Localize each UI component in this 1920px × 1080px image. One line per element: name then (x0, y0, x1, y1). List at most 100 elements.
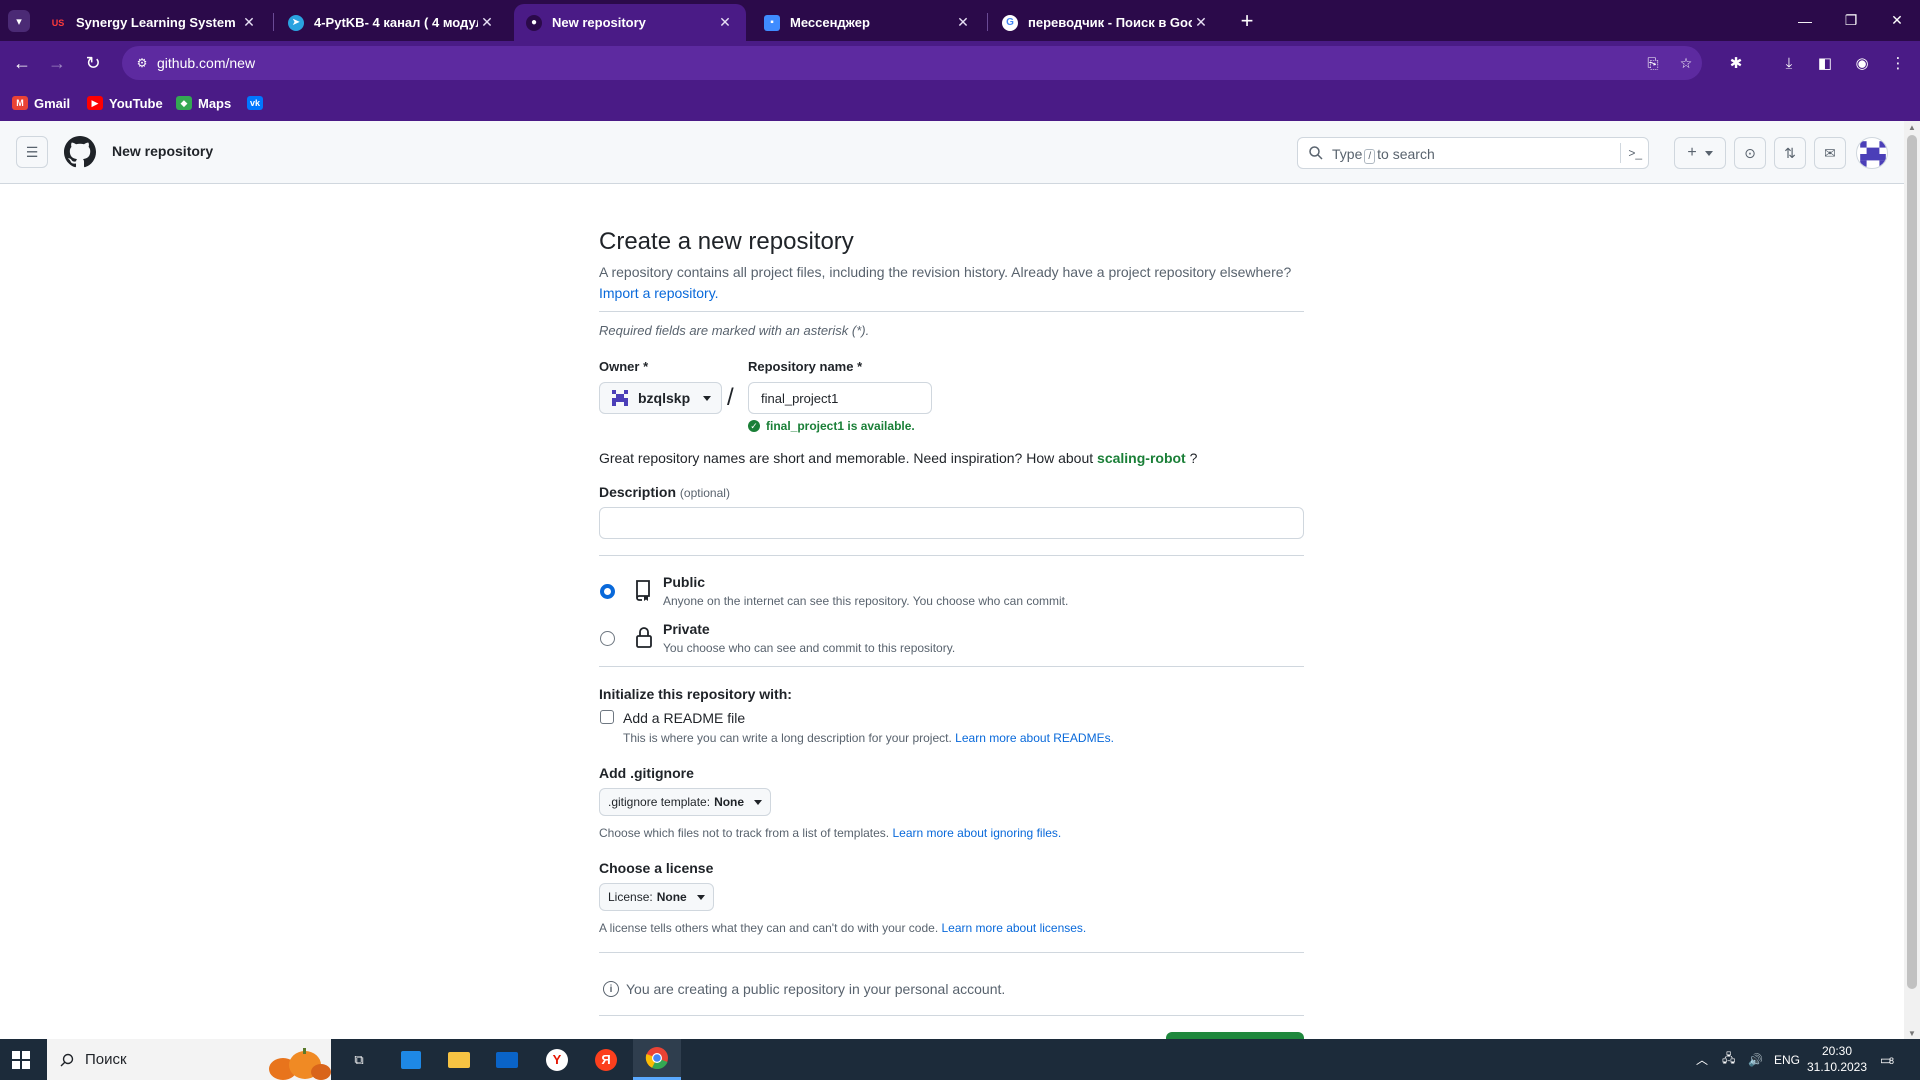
network-icon[interactable]: 🖧 (1722, 1039, 1735, 1080)
telegram-favicon: ➤ (288, 14, 304, 31)
side-panel-icon[interactable]: ◧ (1812, 50, 1838, 76)
public-title: Public (663, 574, 706, 590)
private-radio[interactable] (600, 631, 615, 646)
close-icon[interactable]: ✕ (240, 14, 258, 32)
restore-icon[interactable]: ❐ (1828, 0, 1874, 41)
repo-book-icon (636, 580, 650, 601)
forward-icon[interactable]: → (43, 50, 71, 76)
microsoft-store-icon[interactable] (387, 1039, 435, 1080)
scroll-up-icon[interactable]: ▲ (1908, 123, 1916, 132)
command-palette-icon[interactable]: >_ (1620, 143, 1642, 163)
avatar[interactable] (1856, 137, 1888, 169)
scroll-down-icon[interactable]: ▼ (1908, 1029, 1916, 1038)
public-radio[interactable] (600, 584, 615, 599)
clock-date: 31.10.2023 (1806, 1060, 1868, 1074)
description-input[interactable] (599, 507, 1304, 539)
owner-avatar-icon (612, 390, 628, 406)
address-bar[interactable]: ⚙ github.com/new ⎘ ☆ (122, 46, 1702, 80)
repository-name-input[interactable]: final_project1 (748, 382, 932, 414)
scrollbar-thumb[interactable] (1907, 135, 1917, 989)
readme-learn-more-link[interactable]: Learn more about READMEs. (955, 731, 1114, 745)
bookmark-maps[interactable]: ◆ Maps (176, 93, 231, 113)
install-app-icon[interactable]: ⎘ (1643, 54, 1663, 72)
tab-new-repository[interactable]: ● New repository ✕ (514, 4, 746, 41)
menu-kebab-icon[interactable]: ⋮ (1885, 50, 1911, 76)
synergy-favicon: US (51, 17, 65, 28)
task-view-icon[interactable]: ⧉ (335, 1039, 383, 1080)
private-title: Private (663, 621, 710, 637)
public-description: Anyone on the internet can see this repo… (663, 594, 1069, 608)
extensions-icon[interactable]: ✱ (1723, 50, 1749, 76)
readme-checkbox[interactable] (600, 710, 614, 724)
close-icon[interactable]: ✕ (1192, 14, 1210, 32)
profile-icon[interactable]: ◉ (1849, 50, 1875, 76)
maps-icon: ◆ (176, 96, 192, 110)
pull-requests-icon[interactable]: ⇅ (1774, 137, 1806, 169)
tab-synergy[interactable]: US Synergy Learning System ✕ (38, 4, 270, 41)
yandex-browser-icon[interactable]: Y (533, 1039, 581, 1080)
downloads-icon[interactable]: ⤓ (1776, 50, 1802, 76)
site-info-icon[interactable]: ⚙ (134, 55, 150, 71)
close-icon[interactable]: ✕ (954, 14, 972, 32)
yandex-icon[interactable]: Я (582, 1039, 630, 1080)
notifications-icon[interactable]: ▭ 8 (1880, 1039, 1895, 1080)
search-input[interactable]: Type / to search >_ (1297, 137, 1649, 169)
new-tab-icon[interactable]: + (1234, 8, 1260, 34)
readme-label[interactable]: Add a README file (623, 710, 745, 726)
license-learn-more-link[interactable]: Learn more about licenses. (942, 921, 1087, 935)
windows-taskbar: Поиск ⧉ Y Я ︿ 🖧 🔊 ENG 20:30 31.10.2023 ▭… (0, 1039, 1920, 1080)
lock-icon (636, 627, 652, 648)
tab-label: New repository (552, 15, 646, 30)
private-description: You choose who can see and commit to thi… (663, 641, 956, 655)
mail-icon[interactable] (483, 1039, 531, 1080)
notification-count: 8 (1889, 1055, 1895, 1066)
optional-hint: (optional) (679, 486, 730, 500)
reload-icon[interactable]: ↻ (79, 50, 107, 76)
owner-dropdown[interactable]: bzqlskp (599, 382, 722, 414)
language-indicator[interactable]: ENG (1774, 1039, 1800, 1080)
bookmark-vk[interactable]: vk (247, 93, 269, 113)
owner-repo-separator: / (727, 384, 734, 411)
tab-telegram[interactable]: ➤ 4-PytKB- 4 канал ( 4 модуль) ✕ (276, 4, 508, 41)
back-icon[interactable]: ← (8, 50, 36, 76)
issues-icon[interactable]: ⊙ (1734, 137, 1766, 169)
bookmark-label: YouTube (109, 95, 163, 111)
chevron-down-icon (1704, 150, 1713, 156)
file-explorer-icon[interactable] (435, 1039, 483, 1080)
taskbar-search[interactable]: Поиск (47, 1039, 331, 1080)
hamburger-menu-icon[interactable]: ☰ (16, 136, 48, 168)
tab-google[interactable]: G переводчик - Поиск в Google ✕ (990, 4, 1222, 41)
gitignore-learn-more-link[interactable]: Learn more about ignoring files. (892, 826, 1061, 840)
search-icon (60, 1053, 74, 1066)
tab-search-icon[interactable]: ▾ (8, 10, 30, 32)
suggested-name-link[interactable]: scaling-robot (1097, 450, 1186, 466)
slash-key-hint: / (1364, 149, 1376, 164)
close-icon[interactable]: ✕ (478, 14, 496, 32)
check-circle-icon: ✓ (748, 420, 760, 432)
browser-tab-bar: ▾ US Synergy Learning System ✕ ➤ 4-PytKB… (0, 0, 1920, 41)
chrome-icon[interactable] (633, 1039, 681, 1080)
bookmark-youtube[interactable]: ▶ YouTube (87, 93, 163, 113)
taskbar-clock[interactable]: 20:30 31.10.2023 (1802, 1043, 1872, 1075)
tab-messenger[interactable]: ▪ Мессенджер ✕ (752, 4, 984, 41)
info-icon: i (603, 981, 619, 997)
page-scrollbar[interactable]: ▲ ▼ (1904, 121, 1920, 1039)
gitignore-template-dropdown[interactable]: .gitignore template: None (599, 788, 772, 816)
divider (599, 666, 1304, 667)
bookmarks-bar: M Gmail ▶ YouTube ◆ Maps vk (0, 85, 1920, 121)
inbox-icon[interactable]: ✉ (1814, 137, 1846, 169)
bookmark-star-icon[interactable]: ☆ (1676, 54, 1696, 72)
windows-start-icon[interactable] (12, 1051, 30, 1069)
import-repository-link[interactable]: Import a repository. (599, 285, 719, 301)
tray-overflow-icon[interactable]: ︿ (1696, 1039, 1708, 1080)
window-close-icon[interactable]: ✕ (1874, 0, 1920, 41)
owner-label: Owner * (599, 359, 649, 374)
bookmark-gmail[interactable]: M Gmail (12, 93, 70, 113)
github-logo-icon[interactable] (64, 136, 96, 168)
license-dropdown[interactable]: License: None (599, 883, 714, 911)
minimize-icon[interactable]: — (1782, 0, 1828, 41)
divider (599, 555, 1304, 556)
create-new-button[interactable]: + (1674, 137, 1726, 169)
close-icon[interactable]: ✕ (716, 14, 734, 32)
volume-icon[interactable]: 🔊 (1748, 1039, 1763, 1080)
